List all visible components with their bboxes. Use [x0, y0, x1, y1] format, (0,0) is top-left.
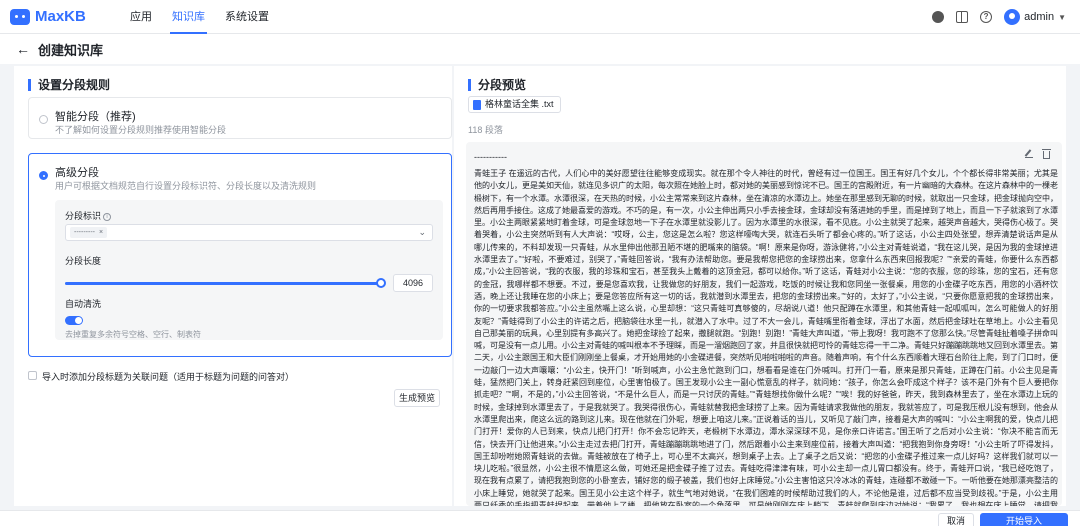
clean-desc: 去掉重复多余符号空格、空行、制表符: [65, 330, 201, 339]
slider-handle[interactable]: [376, 278, 386, 288]
section-title-preview: 分段预览: [468, 79, 526, 91]
nav-item-settings[interactable]: 系统设置: [215, 0, 279, 34]
app-name: MaxKB: [35, 8, 86, 25]
smart-title: 智能分段（推荐): [55, 111, 136, 123]
page-title: 创建知识库: [38, 42, 104, 58]
book-icon[interactable]: [956, 11, 969, 23]
back-arrow-icon[interactable]: ←: [16, 41, 30, 57]
slider-fill: [65, 282, 381, 285]
option-smart-segment[interactable]: 智能分段（推荐) 不了解如何设置分段规则推荐使用智能分段: [28, 97, 452, 139]
identifier-label: 分段标识 i: [65, 209, 112, 222]
info-icon[interactable]: i: [103, 212, 112, 221]
footer-bar: 取消 开始导入: [0, 510, 1080, 526]
github-icon[interactable]: [932, 11, 945, 23]
length-slider[interactable]: [65, 278, 386, 288]
page-header: ← 创建知识库: [0, 34, 1080, 64]
radio-smart[interactable]: [39, 115, 48, 124]
title-as-question-checkbox[interactable]: [28, 371, 37, 380]
segment-header: -----------: [474, 152, 507, 162]
segment-tools: [1025, 149, 1051, 159]
length-input[interactable]: 4096: [393, 274, 433, 292]
file-icon: [473, 99, 481, 110]
trash-icon[interactable]: [1042, 149, 1051, 159]
nav-item-knowledge[interactable]: 知识库: [162, 0, 215, 34]
close-icon[interactable]: ×: [99, 229, 103, 236]
top-right-tools: ? admin ▼: [932, 0, 1066, 34]
edit-icon[interactable]: [1025, 150, 1033, 158]
smart-desc: 不了解如何设置分段规则推荐使用智能分段: [55, 125, 227, 135]
chevron-down-icon: ⌄: [418, 227, 426, 237]
generate-preview-button[interactable]: 生成预览: [394, 389, 440, 407]
nav-item-apps[interactable]: 应用: [120, 0, 162, 34]
segment-count: 118 段落: [468, 125, 503, 135]
logo-icon: [10, 8, 30, 25]
top-bar: MaxKB 应用 知识库 系统设置 ? admin ▼: [0, 0, 1080, 34]
user-menu[interactable]: admin ▼: [1004, 9, 1066, 25]
advanced-settings: 分段标识 i --------- × ⌄ 分段长度 4096 自动清洗 去掉重复多余…: [55, 200, 443, 340]
segment-text: 青蛙王子 在遥远的古代，人们心中的美好愿望往往能够变成现实。就在那个令人神往的时…: [474, 169, 1058, 506]
cancel-button[interactable]: 取消: [938, 513, 974, 526]
segment-preview-panel: 分段预览 格林童话全集 .txt 118 段落 ----------- 青蛙王子…: [454, 66, 1066, 506]
radio-advanced[interactable]: [39, 171, 48, 180]
advanced-title: 高级分段: [55, 167, 99, 179]
advanced-desc: 用户可根据文档规范自行设置分段标识符、分段长度以及清洗规则: [55, 181, 317, 191]
section-title-rules: 设置分段规则: [28, 79, 110, 91]
main-nav: 应用 知识库 系统设置: [120, 0, 279, 34]
checkbox-label: 导入时添加分段标题为关联问题（适用于标题为问题的问答对）: [42, 372, 295, 382]
start-import-button[interactable]: 开始导入: [980, 513, 1068, 526]
avatar-icon: [1004, 9, 1021, 25]
segment-rules-panel: 设置分段规则 智能分段（推荐) 不了解如何设置分段规则推荐使用智能分段 高级分段…: [14, 66, 452, 506]
file-tab[interactable]: 格林童话全集 .txt: [468, 96, 561, 113]
help-icon[interactable]: ?: [980, 11, 993, 23]
auto-clean-toggle[interactable]: [65, 316, 83, 325]
clean-label: 自动清洗: [65, 299, 102, 309]
chevron-down-icon: ▼: [1058, 12, 1066, 22]
option-advanced-segment[interactable]: 高级分段 用户可根据文档规范自行设置分段标识符、分段长度以及清洗规则 分段标识 i…: [28, 153, 452, 357]
user-name: admin: [1024, 11, 1055, 23]
identifier-tag: --------- ×: [70, 227, 108, 238]
segment-card: ----------- 青蛙王子 在遥远的古代，人们心中的美好愿望往往能够变成现…: [466, 142, 1062, 506]
logo[interactable]: MaxKB: [10, 8, 100, 25]
file-name: 格林童话全集 .txt: [485, 99, 554, 109]
identifier-select[interactable]: --------- × ⌄: [65, 224, 433, 241]
length-label: 分段长度: [65, 256, 102, 266]
